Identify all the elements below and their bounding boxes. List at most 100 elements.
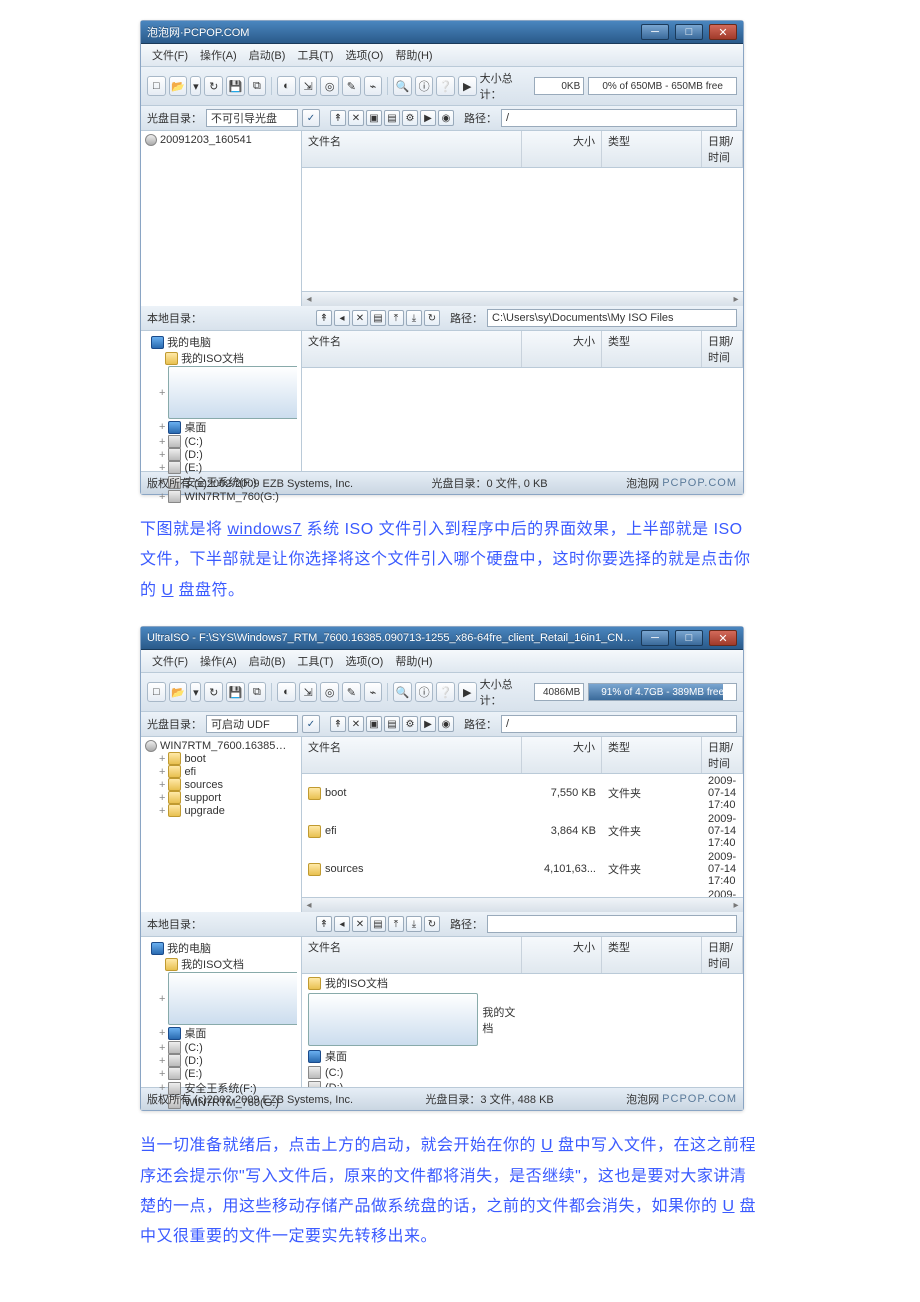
mi-go-icon[interactable]: ▶ — [420, 110, 436, 126]
tb-new-icon[interactable]: □ — [147, 682, 166, 702]
tb-new-icon[interactable]: □ — [147, 76, 166, 96]
titlebar[interactable]: 泡泡网·PCPOP.COM ─ □ ✕ — [141, 21, 743, 44]
tb-calc-icon[interactable]: ⌁ — [364, 682, 383, 702]
totals-field[interactable]: 4086MB — [534, 683, 584, 701]
col-date[interactable]: 日期/时间 — [702, 131, 743, 167]
minimize-button[interactable]: ─ — [641, 630, 669, 646]
usage-bar[interactable]: 0% of 650MB - 650MB free — [588, 77, 737, 95]
tb-info-icon[interactable]: ⓘ — [415, 682, 434, 702]
col-size[interactable]: 大小 — [522, 737, 602, 773]
tb-burn-icon[interactable]: ✎ — [342, 76, 361, 96]
maximize-button[interactable]: □ — [675, 24, 703, 40]
link-u[interactable]: U — [161, 582, 173, 599]
col-type[interactable]: 类型 — [602, 737, 702, 773]
tree-node[interactable]: +WIN7RTM_760(G:) — [145, 490, 297, 503]
mi-del-icon[interactable]: ✕ — [348, 716, 364, 732]
col-date[interactable]: 日期/时间 — [702, 331, 743, 367]
tree-node[interactable]: +桌面 — [145, 1025, 297, 1041]
tree-root[interactable]: 20091203_160541 — [145, 134, 297, 146]
mi-view-icon[interactable]: ▤ — [370, 916, 386, 932]
disc-dir-field[interactable]: 可启动 UDF — [206, 715, 298, 733]
tree-toggle-icon[interactable]: + — [159, 1055, 165, 1067]
menu-options[interactable]: 选项(O) — [340, 652, 388, 670]
disc-tree-pane[interactable]: WIN7RTM_7600.16385_X86-64_CN-EN +boot+ef… — [141, 737, 302, 912]
menu-options[interactable]: 选项(O) — [340, 46, 388, 64]
column-headers[interactable]: 文件名 大小 类型 日期/时间 — [302, 131, 743, 168]
tree-toggle-icon[interactable] — [159, 352, 162, 364]
list-item[interactable]: (D:) — [302, 1080, 743, 1087]
tree-node[interactable]: +efi — [145, 765, 297, 778]
local-path-field[interactable] — [487, 915, 737, 933]
column-headers[interactable]: 文件名 大小 类型 日期/时间 — [302, 937, 743, 974]
tb-open-icon[interactable]: 📂 — [169, 682, 188, 702]
tree-toggle-icon[interactable]: + — [159, 491, 165, 503]
tree-toggle-icon[interactable]: + — [159, 805, 165, 817]
file-list[interactable]: 我的ISO文档我的文档桌面(C:)(D:)(E:)安全王系统(F:)WIN7RT… — [302, 974, 743, 1087]
tree-toggle-icon[interactable]: + — [159, 462, 165, 474]
tb-refresh-icon[interactable]: ↻ — [204, 682, 223, 702]
list-item[interactable]: boot7,550 KB文件夹2009-07-14 17:40 — [302, 774, 743, 812]
menu-help[interactable]: 帮助(H) — [390, 652, 437, 670]
menu-action[interactable]: 操作(A) — [195, 46, 242, 64]
tb-help-icon[interactable]: ❔ — [436, 682, 455, 702]
tree-toggle-icon[interactable]: + — [159, 387, 165, 399]
mi-go-icon[interactable]: ▶ — [420, 716, 436, 732]
tb-saveas-icon[interactable]: ⧉ — [248, 76, 267, 96]
tree-node[interactable]: 我的电脑 — [145, 940, 297, 956]
mi-up-icon[interactable]: ↟ — [316, 916, 332, 932]
col-type[interactable]: 类型 — [602, 331, 702, 367]
link-u[interactable]: U — [541, 1137, 553, 1154]
list-item[interactable]: 我的ISO文档 — [302, 974, 743, 992]
local-path-field[interactable]: C:\Users\sy\Documents\My ISO Files — [487, 309, 737, 327]
tree-node[interactable]: 我的电脑 — [145, 334, 297, 350]
col-type[interactable]: 类型 — [602, 131, 702, 167]
tree-toggle-icon[interactable]: + — [159, 766, 165, 778]
hscroll[interactable]: ◂▸ — [302, 291, 743, 306]
mi-view-icon[interactable]: ▤ — [370, 310, 386, 326]
tb-iso-icon[interactable]: ◐ — [277, 682, 296, 702]
col-size[interactable]: 大小 — [522, 331, 602, 367]
mi-prop-icon[interactable]: ⚙ — [402, 110, 418, 126]
tree-node[interactable]: +boot — [145, 752, 297, 765]
mi-view-icon[interactable]: ▤ — [384, 110, 400, 126]
tb-dropdown-icon[interactable]: ▾ — [190, 682, 201, 702]
menu-help[interactable]: 帮助(H) — [390, 46, 437, 64]
local-tree-pane[interactable]: 我的电脑 我的ISO文档+我的文档+桌面+(C:)+(D:)+(E:)+安全王系… — [141, 937, 302, 1087]
tb-open-icon[interactable]: 📂 — [169, 76, 188, 96]
list-item[interactable]: efi3,864 KB文件夹2009-07-14 17:40 — [302, 812, 743, 850]
tree-toggle-icon[interactable] — [159, 958, 162, 970]
hscroll[interactable]: ◂▸ — [302, 897, 743, 912]
tb-info-icon[interactable]: ⓘ — [415, 76, 434, 96]
tree-node[interactable]: 我的ISO文档 — [145, 956, 297, 972]
maximize-button[interactable]: □ — [675, 630, 703, 646]
mi-back-icon[interactable]: ◂ — [334, 916, 350, 932]
tree-node[interactable]: +(D:) — [145, 1054, 297, 1067]
column-headers[interactable]: 文件名 大小 类型 日期/时间 — [302, 737, 743, 774]
tree-toggle-icon[interactable] — [145, 336, 148, 348]
titlebar[interactable]: UltraISO - F:\SYS\Windows7_RTM_7600.1638… — [141, 627, 743, 650]
col-name[interactable]: 文件名 — [302, 937, 522, 973]
mi-ext-icon[interactable]: ⤓ — [406, 916, 422, 932]
close-button[interactable]: ✕ — [709, 630, 737, 646]
disc-tree-pane[interactable]: 20091203_160541 — [141, 131, 302, 306]
tree-toggle-icon[interactable] — [145, 942, 148, 954]
tree-root[interactable]: WIN7RTM_7600.16385_X86-64_CN-EN — [145, 740, 297, 752]
tree-toggle-icon[interactable]: + — [159, 779, 165, 791]
tree-node[interactable]: +(C:) — [145, 435, 297, 448]
tree-toggle-icon[interactable]: + — [159, 1042, 165, 1054]
tree-toggle-icon[interactable]: + — [159, 436, 165, 448]
file-list[interactable] — [302, 168, 743, 291]
mi-ref-icon[interactable]: ↻ — [424, 916, 440, 932]
tree-node[interactable]: +(E:) — [145, 461, 297, 474]
tb-help-icon[interactable]: ❔ — [436, 76, 455, 96]
menu-action[interactable]: 操作(A) — [195, 652, 242, 670]
mi-back-icon[interactable]: ◂ — [334, 310, 350, 326]
tb-refresh-icon[interactable]: ↻ — [204, 76, 223, 96]
tb-find-icon[interactable]: 🔍 — [393, 682, 412, 702]
tree-node[interactable]: 我的ISO文档 — [145, 350, 297, 366]
mi-del-icon[interactable]: ✕ — [352, 916, 368, 932]
tree-node[interactable]: +support — [145, 791, 297, 804]
list-item[interactable]: 桌面 — [302, 1047, 743, 1065]
col-type[interactable]: 类型 — [602, 937, 702, 973]
list-item[interactable]: support27,857 KB文件夹2009-07-14 17:40 — [302, 888, 743, 897]
